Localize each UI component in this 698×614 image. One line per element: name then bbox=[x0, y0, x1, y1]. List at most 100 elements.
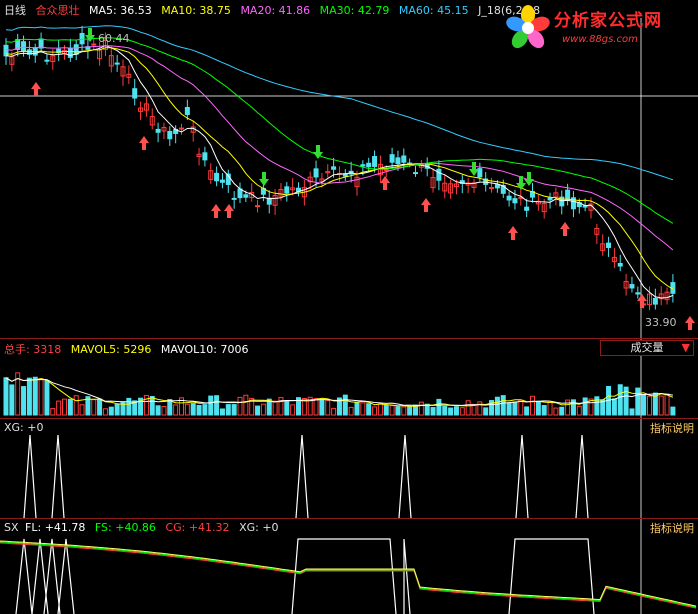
period-label[interactable]: 日线 bbox=[4, 4, 26, 17]
volume-value: 3318 bbox=[33, 343, 62, 356]
logo-title: 分析家公式网 bbox=[554, 11, 662, 31]
volume-bar bbox=[290, 404, 296, 416]
candle-body bbox=[401, 155, 407, 163]
volume-bar bbox=[161, 406, 167, 416]
volume-bar bbox=[108, 406, 114, 416]
sx-xg-label: XG: +0 bbox=[239, 521, 279, 534]
volume-bar bbox=[44, 380, 50, 416]
volume-bar bbox=[231, 404, 237, 416]
volume-bar bbox=[553, 407, 559, 416]
volume-bar bbox=[173, 404, 179, 416]
candle-body bbox=[389, 154, 395, 163]
volume-bar bbox=[541, 405, 547, 416]
candle-body bbox=[366, 162, 372, 168]
volume-bar bbox=[3, 377, 9, 416]
volume-bar bbox=[79, 404, 85, 416]
volume-bar bbox=[658, 395, 664, 416]
candle-body bbox=[91, 43, 97, 46]
volume-bar bbox=[214, 395, 220, 416]
sx-header: SX FL: +41.78 FS: +40.86 CG: +41.32 XG: … bbox=[4, 521, 285, 534]
volume-bar bbox=[114, 403, 120, 416]
volume-bar bbox=[149, 395, 155, 416]
ma10-label: MA10: 38.75 bbox=[161, 4, 231, 17]
dropdown-arrow-icon: ▼ bbox=[681, 341, 690, 354]
volume-bar bbox=[401, 406, 407, 416]
mavol10-label: MAVOL10: 7006 bbox=[160, 343, 249, 356]
volume-bar bbox=[243, 394, 249, 416]
xg-explain-link[interactable]: 指标说明 bbox=[650, 420, 694, 436]
signal-spike bbox=[398, 434, 412, 518]
volume-bar bbox=[407, 406, 413, 416]
buy-arrow-icon bbox=[637, 294, 647, 308]
volume-bar bbox=[377, 403, 383, 416]
candle-body bbox=[494, 184, 500, 189]
candle-body bbox=[132, 88, 138, 99]
buy-arrow-icon bbox=[560, 222, 570, 236]
volume-bar bbox=[38, 378, 44, 416]
candle-body bbox=[547, 197, 553, 201]
sx-explain-link[interactable]: 指标说明 bbox=[650, 520, 694, 536]
volume-name: 总手: bbox=[4, 343, 30, 356]
volume-bar bbox=[155, 405, 161, 416]
xg-label: XG: +0 bbox=[4, 421, 44, 434]
volume-bar bbox=[67, 398, 73, 416]
volume-bar bbox=[389, 405, 395, 416]
signal-spike bbox=[515, 434, 529, 518]
candle-body bbox=[565, 189, 571, 201]
volume-bar bbox=[102, 408, 108, 416]
volume-bar bbox=[331, 407, 337, 416]
volume-bar bbox=[62, 398, 67, 416]
indicator-select-button[interactable]: 成交量 ▼ bbox=[600, 340, 694, 356]
xg-chart[interactable] bbox=[0, 419, 698, 518]
buy-arrow-icon bbox=[421, 198, 431, 212]
flower-logo-icon bbox=[506, 5, 550, 49]
volume-panel[interactable]: 总手: 3318 MAVOL5: 5296 MAVOL10: 7006 成交量 … bbox=[0, 339, 698, 418]
volume-bar bbox=[73, 395, 79, 416]
candle-body bbox=[155, 128, 161, 133]
sx-line bbox=[0, 541, 697, 608]
volume-bar bbox=[126, 397, 132, 416]
logo-url[interactable]: www.88gs.com bbox=[562, 34, 638, 45]
volume-bar bbox=[565, 399, 571, 416]
candle-body bbox=[477, 168, 483, 178]
candle-body bbox=[652, 297, 658, 305]
high-price-label: 60.44 bbox=[98, 32, 130, 45]
candle-body bbox=[231, 197, 237, 200]
candle-body bbox=[184, 107, 190, 115]
volume-bar bbox=[56, 400, 62, 416]
volume-bar bbox=[641, 394, 647, 416]
signal-spike bbox=[15, 538, 33, 614]
signal-spike bbox=[403, 538, 411, 614]
indicator-select-label: 成交量 bbox=[630, 341, 664, 354]
ma30-label: MA30: 42.79 bbox=[319, 4, 390, 17]
candle-body bbox=[489, 187, 495, 190]
volume-bar bbox=[459, 407, 465, 416]
sell-arrow-icon bbox=[259, 172, 269, 186]
volume-bar bbox=[530, 395, 535, 416]
volume-bar bbox=[372, 406, 378, 416]
volume-bar bbox=[559, 406, 565, 416]
volume-bar bbox=[237, 396, 243, 416]
volume-bar bbox=[629, 408, 635, 416]
volume-bar bbox=[453, 406, 459, 416]
sx-panel[interactable]: SX FL: +41.78 FS: +40.86 CG: +41.32 XG: … bbox=[0, 519, 698, 614]
volume-bar bbox=[208, 395, 214, 416]
sx-line bbox=[0, 540, 697, 607]
ma20-label: MA20: 41.86 bbox=[240, 4, 311, 17]
xg-panel[interactable]: XG: +0 指标说明 bbox=[0, 419, 698, 518]
volume-bar bbox=[348, 406, 354, 416]
volume-bar bbox=[635, 387, 641, 416]
volume-bar bbox=[360, 402, 366, 416]
candle-body bbox=[79, 32, 85, 45]
volume-bar bbox=[418, 401, 424, 416]
sx-fl-label: FL: +41.78 bbox=[25, 521, 86, 534]
volume-bar bbox=[97, 398, 103, 416]
signal-spike bbox=[23, 434, 37, 518]
volume-bar bbox=[494, 396, 500, 416]
volume-bar bbox=[576, 405, 582, 416]
candle-body bbox=[255, 205, 261, 208]
volume-bar bbox=[664, 393, 670, 416]
candle-body bbox=[606, 242, 612, 248]
xg-header: XG: +0 bbox=[4, 421, 49, 434]
volume-bar bbox=[167, 399, 173, 416]
